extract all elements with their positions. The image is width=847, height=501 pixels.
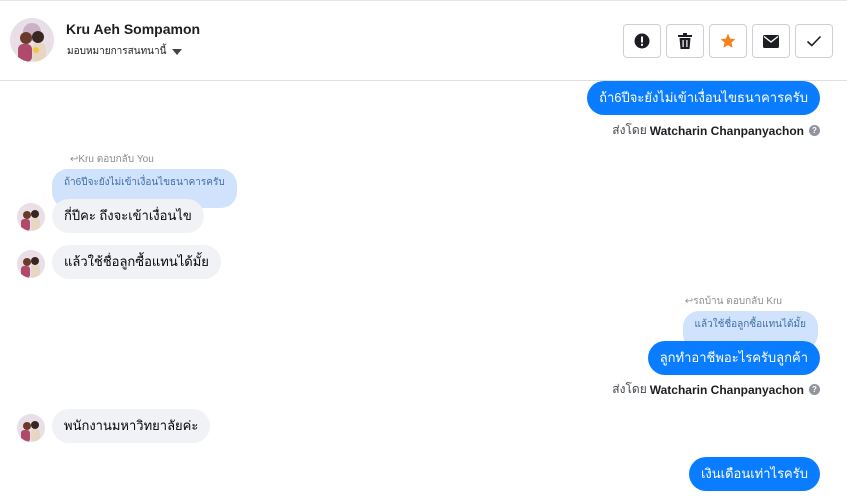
sender-name: Watcharin Chanpanyachon bbox=[649, 382, 804, 397]
reply-label-text: รถบ้าน ตอบกลับ Kru bbox=[693, 296, 782, 307]
mark-unread-button[interactable] bbox=[752, 24, 790, 58]
check-icon bbox=[806, 35, 822, 47]
reply-label: ↩Kru ตอบกลับ You bbox=[70, 152, 154, 167]
mail-icon bbox=[763, 34, 779, 48]
sent-by-label: ส่งโดย Watcharin Chanpanyachon ? bbox=[612, 121, 820, 140]
trash-icon bbox=[678, 33, 692, 49]
contact-name[interactable]: Kru Aeh Sompamon bbox=[66, 21, 200, 37]
message-bubble-incoming[interactable]: แล้วใช้ชื่อลูกซื้อแทนได้มั้ย bbox=[52, 245, 221, 279]
message-bubble-incoming[interactable]: พนักงานมหาวิทยาลัยค่ะ bbox=[52, 409, 211, 443]
message-bubble-incoming[interactable]: กี่ปีคะ ถึงจะเข้าเงื่อนไข bbox=[52, 199, 204, 233]
message-bubble-outgoing[interactable]: เงินเดือนเท่าไรครับ bbox=[688, 457, 820, 491]
reply-arrow-icon: ↩ bbox=[684, 296, 694, 307]
mark-spam-button[interactable] bbox=[623, 24, 661, 58]
contact-avatar-small bbox=[17, 250, 45, 278]
mark-done-button[interactable] bbox=[795, 24, 833, 58]
sent-by-prefix: ส่งโดย bbox=[612, 123, 647, 137]
message-bubble-outgoing[interactable]: ถ้า6ปีจะยังไม่เข้าเงื่อนไขธนาคารครับ bbox=[587, 81, 820, 115]
conversation-header: Kru Aeh Sompamon มอบหมายการสนทนานี้ bbox=[0, 0, 847, 81]
assign-label: มอบหมายการสนทนานี้ bbox=[67, 46, 167, 57]
alert-icon bbox=[634, 33, 650, 49]
help-icon[interactable]: ? bbox=[809, 384, 820, 395]
reply-label: ↩รถบ้าน ตอบกลับ Kru bbox=[685, 294, 782, 309]
sender-name: Watcharin Chanpanyachon bbox=[649, 123, 804, 138]
reply-label-text: Kru ตอบกลับ You bbox=[78, 154, 154, 165]
help-icon[interactable]: ? bbox=[809, 125, 820, 136]
sent-by-prefix: ส่งโดย bbox=[612, 382, 647, 396]
star-icon bbox=[720, 33, 736, 49]
assign-conversation-dropdown[interactable]: มอบหมายการสนทนานี้ bbox=[67, 44, 183, 59]
contact-avatar[interactable] bbox=[10, 18, 54, 62]
chevron-down-icon bbox=[172, 49, 183, 55]
delete-button[interactable] bbox=[666, 24, 704, 58]
message-bubble-outgoing[interactable]: ลูกทำอาชีพอะไรครับลูกค้า bbox=[647, 341, 820, 375]
contact-avatar-small bbox=[17, 203, 45, 231]
star-button[interactable] bbox=[709, 24, 747, 58]
sent-by-label: ส่งโดย Watcharin Chanpanyachon ? bbox=[612, 380, 820, 399]
contact-avatar-small bbox=[17, 414, 45, 442]
